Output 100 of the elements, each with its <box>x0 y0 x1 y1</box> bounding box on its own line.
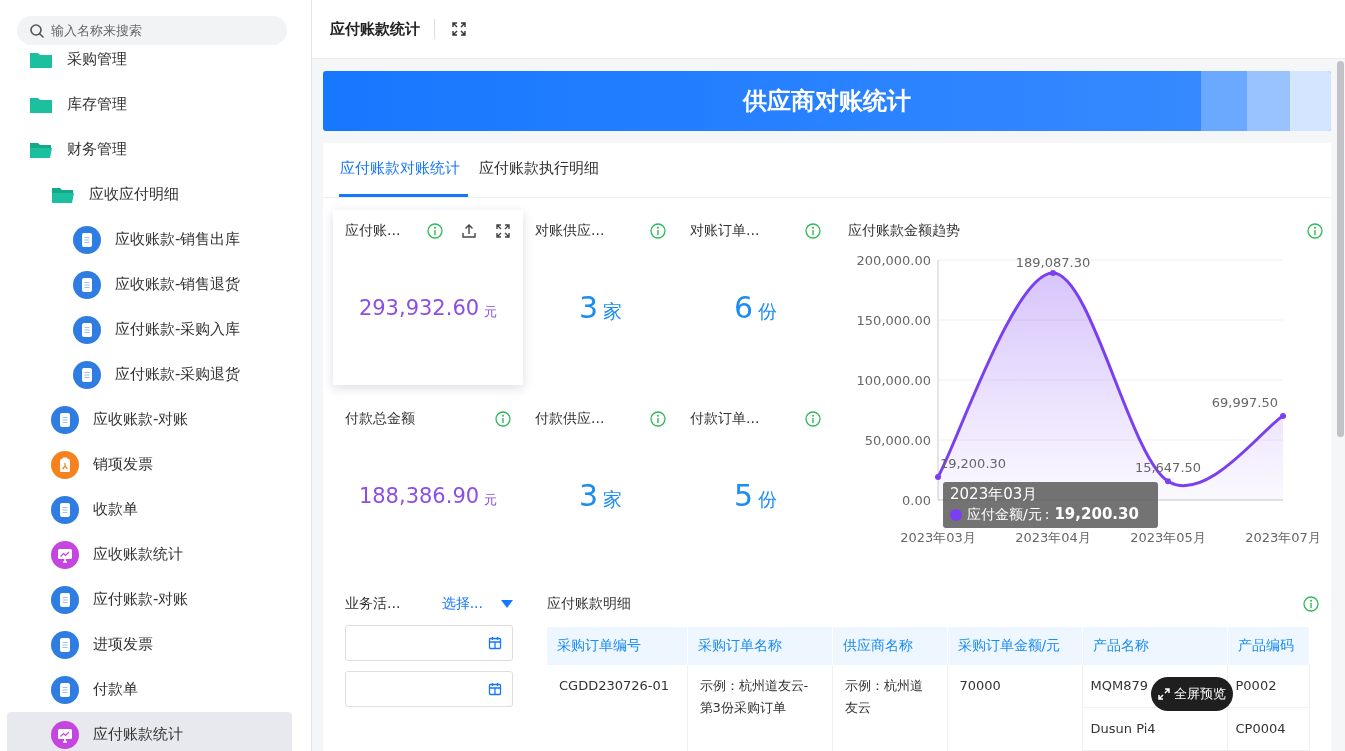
tree-item[interactable]: 财务管理 <box>7 127 292 172</box>
stat-unit: 元 <box>484 490 498 509</box>
tree-item-label: 应收账款-对账 <box>93 410 189 429</box>
column-header: 采购订单编号 <box>547 627 687 665</box>
stat-value: 188,386.90 <box>358 483 480 508</box>
tooltip-title: 2023年03月 <box>950 485 1039 504</box>
tooltip-series: 应付金额/元 <box>967 505 1042 524</box>
tree-item[interactable]: 应收应付明细 <box>7 172 292 217</box>
stat-value: 293,932.60 <box>358 295 480 320</box>
tree-item-label: 财务管理 <box>67 140 127 159</box>
upload-icon[interactable] <box>461 223 477 239</box>
info-icon[interactable] <box>495 411 511 427</box>
tree-item[interactable]: 采购管理 <box>7 49 292 82</box>
tree-item[interactable]: 应收账款-销售出库 <box>7 217 292 262</box>
stat-unit: 家 <box>603 298 623 324</box>
tooltip-value: 19,200.30 <box>1054 505 1139 524</box>
monitor-chart-icon <box>51 720 79 749</box>
tree-item[interactable]: 应付账款-采购入库 <box>7 307 292 352</box>
axis-label: 200,000.00 <box>856 253 931 268</box>
table-title: 应付账款明细 <box>547 595 631 613</box>
stat-value: 5 <box>733 478 754 513</box>
tooltip-separator: : <box>1044 505 1050 524</box>
tree-item[interactable]: 应收账款统计 <box>7 532 292 577</box>
calendar-icon <box>488 636 502 650</box>
data-label: 69,997.50 <box>1211 395 1278 410</box>
tree-item[interactable]: 应付账款统计 <box>7 712 292 751</box>
legend-dot <box>950 508 962 521</box>
column-header: 供应商名称 <box>832 627 947 665</box>
select-dropdown[interactable]: 选择... <box>441 595 513 613</box>
info-icon[interactable] <box>805 411 821 427</box>
monitor-chart-icon <box>51 540 79 569</box>
stat-title: 付款供应... <box>535 410 605 428</box>
axis-label: 2023年03月 <box>900 530 976 545</box>
stat-unit: 份 <box>758 298 778 324</box>
document-icon <box>51 675 79 704</box>
stat-unit: 份 <box>758 486 778 512</box>
info-icon[interactable] <box>650 411 666 427</box>
search-field[interactable]: 输入名称来搜索 <box>17 16 287 45</box>
fullscreen-icon[interactable] <box>495 223 511 239</box>
tree-item-label: 库存管理 <box>67 95 127 114</box>
tree-item[interactable]: 收款单 <box>7 487 292 532</box>
data-point <box>935 473 941 480</box>
info-icon[interactable] <box>805 223 821 239</box>
tree-item-label: 付款单 <box>93 680 138 699</box>
tree-item[interactable]: 应付账款-采购退货 <box>7 352 292 397</box>
tree-item[interactable]: 应付账款-对账 <box>7 577 292 622</box>
chart-title: 应付账款金额趋势 <box>848 222 960 240</box>
banner-stripe <box>1290 71 1331 131</box>
banner-title: 供应商对账统计 <box>743 86 911 117</box>
tree-item[interactable]: 应收账款-对账 <box>7 397 292 442</box>
tab[interactable]: 应付账款对账统计 <box>339 143 468 197</box>
document-icon <box>73 225 101 254</box>
page-title: 应付账款统计 <box>330 19 420 39</box>
column-header: 采购订单名称 <box>687 627 832 665</box>
stat-unit: 家 <box>603 486 623 512</box>
tree-item-label: 应付账款-对账 <box>93 590 189 609</box>
info-icon[interactable] <box>1303 596 1319 612</box>
banner-stripe <box>1247 71 1290 131</box>
table-cell: 示例：杭州道友云-第3份采购订单 <box>687 665 832 751</box>
tree-item[interactable]: 销项发票 <box>7 442 292 487</box>
axis-label: 2023年07月 <box>1245 530 1321 545</box>
search-icon <box>29 23 45 39</box>
tree-item[interactable]: 付款单 <box>7 667 292 712</box>
stat-title: 付款总金额 <box>345 410 415 428</box>
fullscreen-icon[interactable] <box>451 21 467 37</box>
clipboard-icon <box>51 450 79 479</box>
tree-item-label: 采购管理 <box>67 50 127 69</box>
axis-label: 2023年04月 <box>1015 530 1091 545</box>
date-field[interactable] <box>345 671 513 707</box>
tree-item-label: 应付账款-采购退货 <box>115 365 241 384</box>
tree-item[interactable]: 进项发票 <box>7 622 292 667</box>
info-icon[interactable] <box>427 223 443 239</box>
document-icon <box>51 405 79 434</box>
document-icon <box>51 585 79 614</box>
document-icon <box>73 315 101 344</box>
column-header: 采购订单金额/元 <box>947 627 1082 665</box>
document-icon <box>73 360 101 389</box>
data-point <box>1280 413 1286 419</box>
banner-stripe <box>1201 71 1247 131</box>
tab[interactable]: 应付账款执行明细 <box>478 143 607 197</box>
table-cell: 示例：杭州道友云 <box>832 665 947 751</box>
date-field[interactable] <box>345 625 513 661</box>
info-icon[interactable] <box>650 223 666 239</box>
tree-item-label: 应付账款统计 <box>93 725 183 744</box>
axis-label: 50,000.00 <box>864 433 931 448</box>
stat-title: 对账订单... <box>690 222 760 240</box>
axis-label: 0.00 <box>902 493 931 508</box>
tree-item[interactable]: 库存管理 <box>7 82 292 127</box>
tree-item-label: 应收账款-销售退货 <box>115 275 241 294</box>
tree-item-label: 应收应付明细 <box>89 185 179 204</box>
tree-item[interactable]: 应收账款-销售退货 <box>7 262 292 307</box>
axis-label: 100,000.00 <box>856 373 931 388</box>
column-header: 产品名称 <box>1082 627 1227 665</box>
stat-value: 3 <box>578 290 599 325</box>
stat-title: 付款订单... <box>690 410 760 428</box>
fullscreen-preview-button[interactable]: 全屏预览 <box>1151 677 1233 711</box>
info-icon[interactable] <box>1307 223 1323 239</box>
stat-title: 对账供应... <box>535 222 605 240</box>
axis-label: 150,000.00 <box>856 313 931 328</box>
stat-value: 3 <box>578 478 599 513</box>
